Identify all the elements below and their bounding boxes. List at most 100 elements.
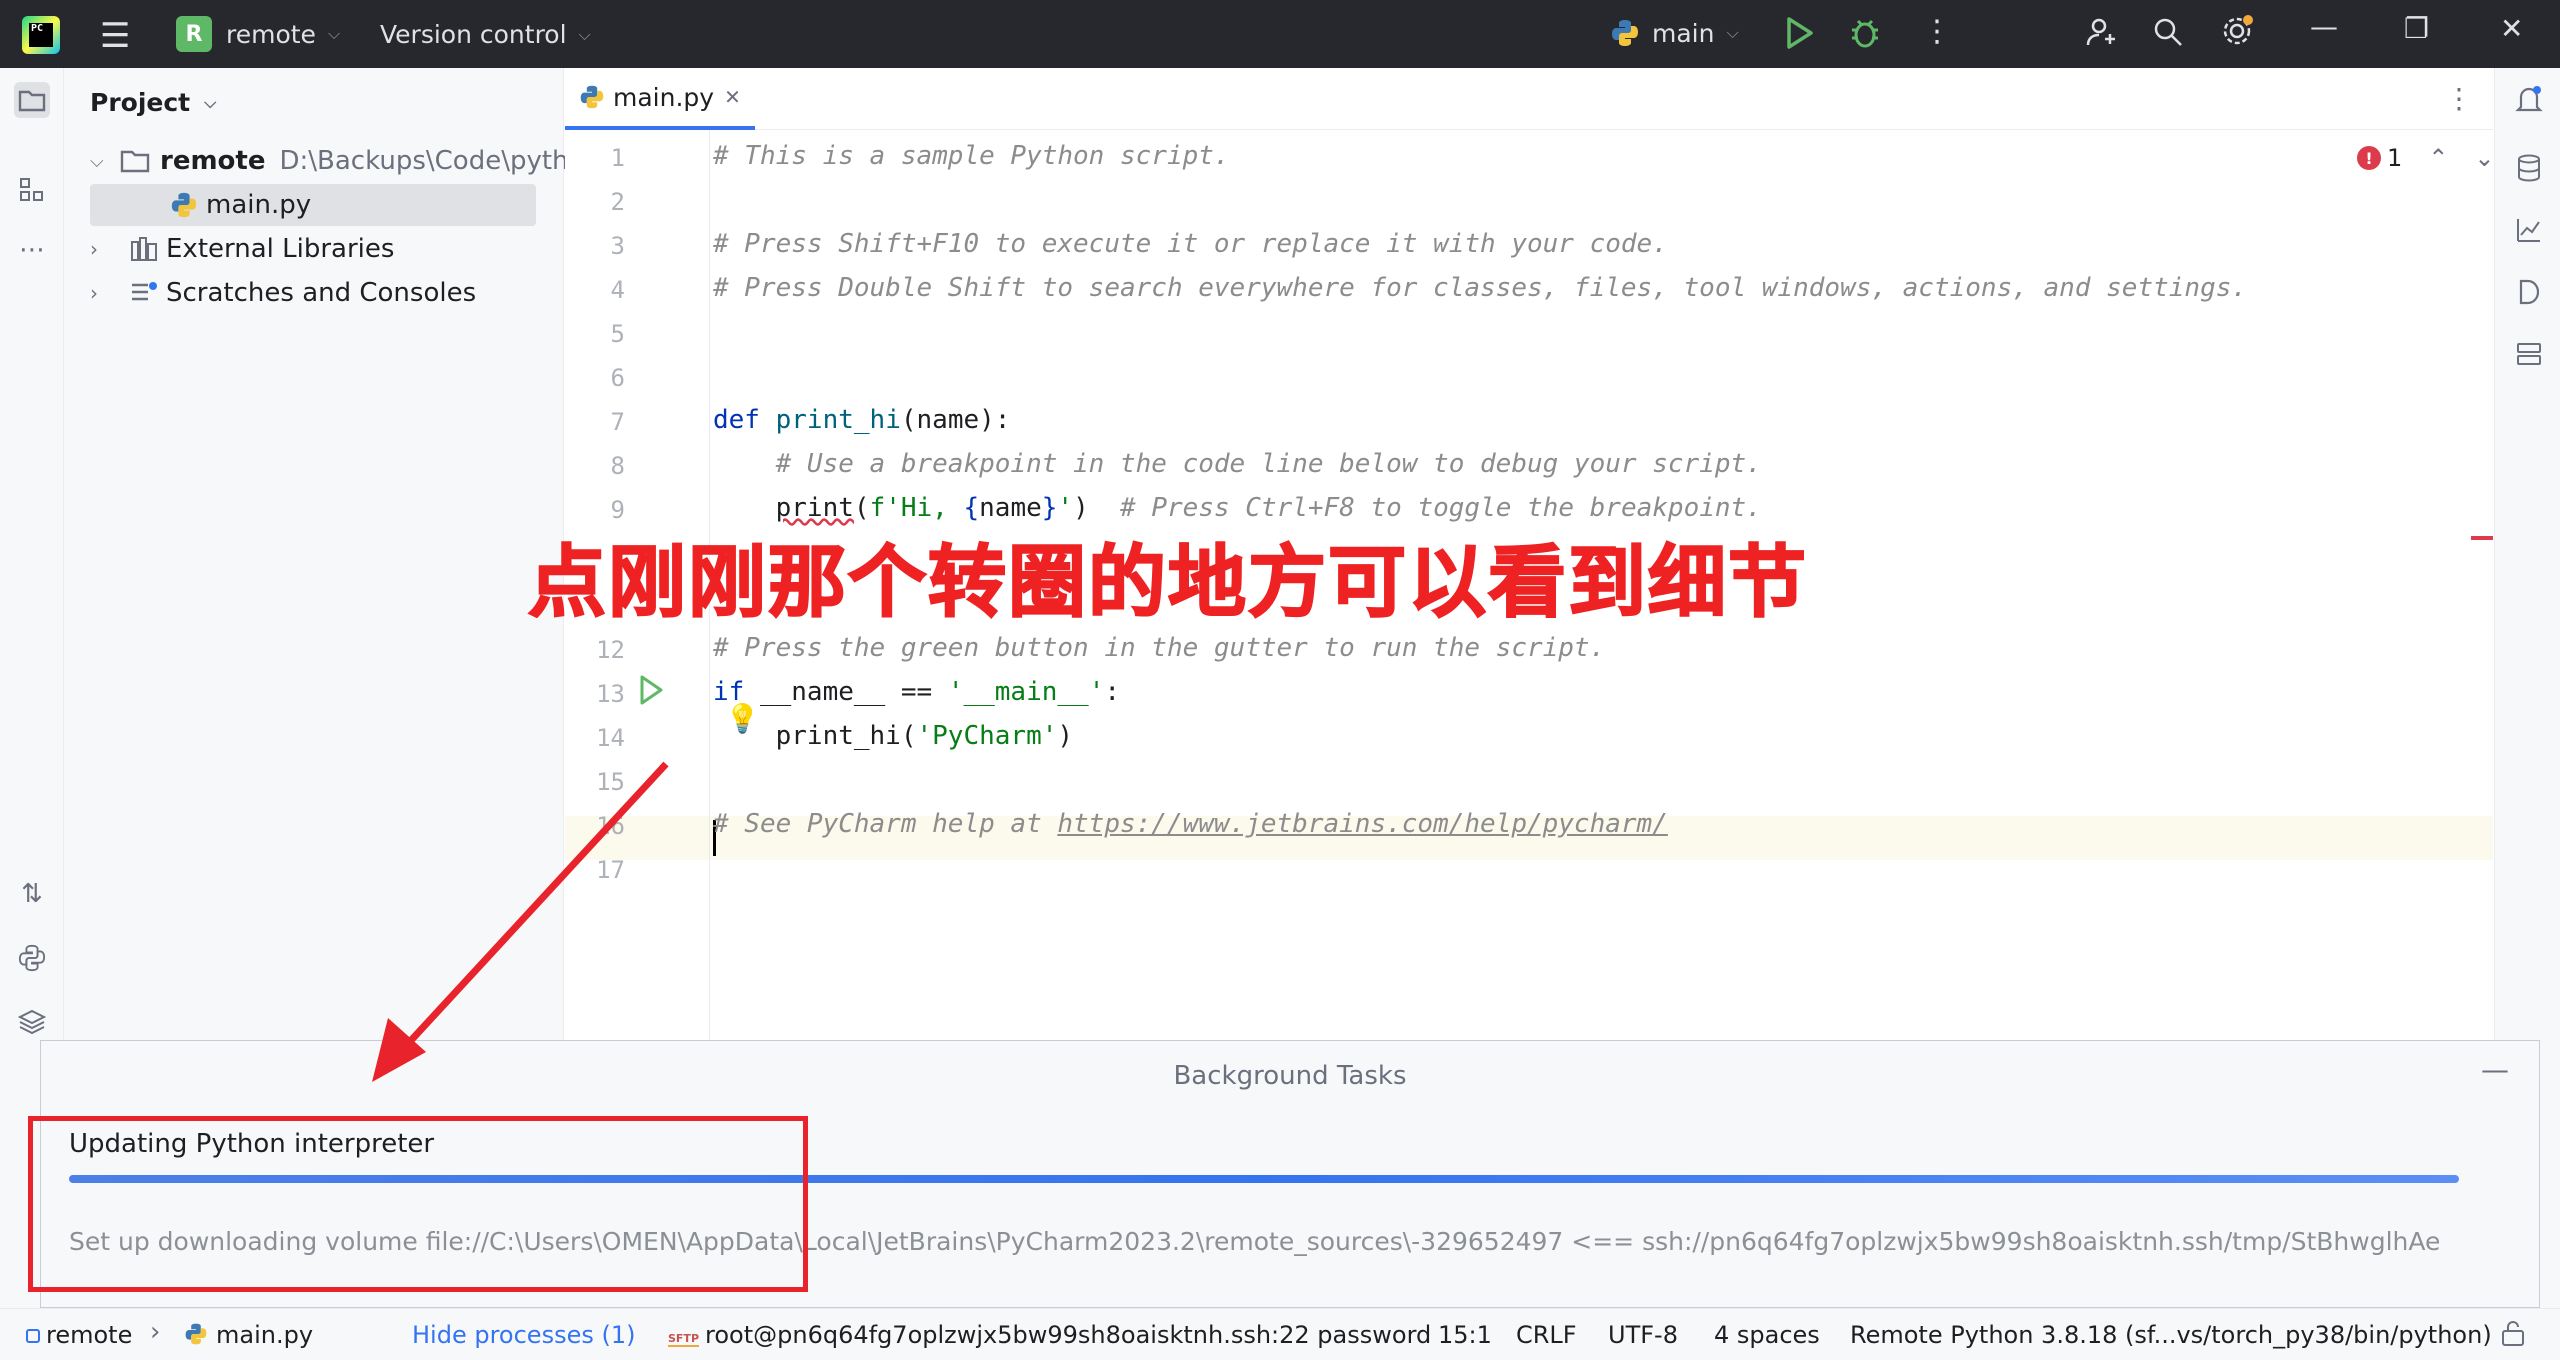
notifications-bell-icon[interactable] [2511,82,2547,118]
chevron-down-icon: ⌵ [90,150,104,172]
breadcrumb-project[interactable]: remote [26,1321,132,1349]
project-panel-header[interactable]: Project ⌵ [90,88,216,117]
run-config-selector[interactable]: main ⌵ [1610,18,1739,48]
minimize-window-button[interactable]: — [2310,10,2338,43]
database-icon[interactable] [2511,150,2547,186]
code-line[interactable]: # Press Double Shift to search everywher… [713,266,2247,310]
gutter-run-icon[interactable] [637,674,665,710]
chevron-down-icon: ⌵ [327,24,341,43]
run-button[interactable] [1784,16,1814,50]
project-name: remote [226,19,316,49]
line-number: 4 [610,276,625,304]
project-switcher[interactable]: R remote ⌵ [176,16,340,52]
tab-label: main.py [613,82,715,112]
tree-scratches-label: Scratches and Consoles [166,278,477,308]
tab-main-py[interactable]: main.py ✕ [565,68,755,130]
close-tab-icon[interactable]: ✕ [724,85,741,109]
tab-options-icon[interactable]: ⋮ [2445,82,2473,115]
project-badge: R [176,16,212,52]
run-config-name: main [1652,18,1715,48]
remote-hosts-icon[interactable] [2511,336,2547,372]
title-bar: PC ☰ R remote ⌵ Version control ⌵ main ⌵… [0,0,2560,68]
module-icon [26,1329,40,1343]
code-line-help[interactable]: # See PyCharm help at https://www.jetbra… [713,802,1668,846]
library-icon [131,237,157,261]
ide-window: PC ☰ R remote ⌵ Version control ⌵ main ⌵… [0,0,2560,1360]
line-number: 13 [596,680,625,708]
close-glyph: ✕ [2500,12,2524,45]
commit-icon[interactable]: ⇅ [14,876,50,912]
tree-item-main-py[interactable]: main.py [90,184,536,226]
project-panel-title: Project [90,88,191,117]
tree-item-scratches[interactable]: › Scratches and Consoles [90,272,476,314]
structure-icon[interactable] [14,172,50,208]
layers-icon[interactable] [14,1004,50,1040]
error-icon: ! [2357,146,2381,170]
minimize-popup-button[interactable]: — [2481,1053,2509,1086]
line-number: 2 [610,188,625,216]
code-line-if-main[interactable]: if __name__ == '__main__': [713,670,1120,714]
python-packages-icon[interactable] [14,940,50,976]
hide-processes-link[interactable]: Hide processes (1) [412,1321,635,1349]
code-line[interactable]: # Press the green button in the gutter t… [713,626,1605,670]
annotation-caption: 点刚刚那个转圈的地方可以看到细节 [527,537,1809,629]
chevron-down-icon: ⌵ [204,92,217,112]
sftp-connection[interactable]: SFTP root@pn6q64fg7oplzwjx5bw99sh8oaisktn… [668,1321,1431,1349]
status-bar: remote › main.py Hide processes (1) SFTP… [0,1308,2560,1360]
code-line-def[interactable]: def print_hi(name): [713,398,1010,442]
minimize-glyph: — [2310,10,2338,43]
breadcrumb-project-label: remote [46,1321,133,1349]
indent-setting[interactable]: 4 spaces [1714,1321,1820,1349]
code-line[interactable]: # Press Shift+F10 to execute it or repla… [713,222,1668,266]
line-number: 5 [610,320,625,348]
line-number: 6 [610,364,625,392]
close-window-button[interactable]: ✕ [2500,12,2523,45]
pycharm-logo-icon[interactable]: PC [22,16,60,54]
vcs-label: Version control [380,20,567,49]
background-tasks-title: Background Tasks [1173,1061,1407,1091]
line-separator[interactable]: CRLF [1516,1321,1577,1349]
annotation-highlight-box [28,1116,808,1292]
run-icon [1787,17,1813,49]
line-number: 17 [596,856,625,884]
tree-item-external-libraries[interactable]: › External Libraries [90,228,394,270]
help-link[interactable]: https://www.jetbrains.com/help/pycharm/ [1057,809,1667,839]
line-number: 7 [610,408,625,436]
chevron-down-icon: ⌵ [578,24,591,44]
restore-window-button[interactable]: ❐ [2404,12,2429,45]
python-file-icon [185,1323,207,1345]
project-folder-icon[interactable] [14,82,50,118]
sciview-icon[interactable] [2511,212,2547,248]
lock-icon[interactable] [2500,1319,2526,1353]
more-tool-windows-icon[interactable]: ⋯ [14,232,50,268]
inspection-widget[interactable]: ! 1 ⌃ ⌄ [2357,144,2495,172]
tree-root-remote[interactable]: ⌵ remote D:\Backups\Code\pytho [90,140,584,182]
interpreter-selector[interactable]: Remote Python 3.8.18 (sf...vs/torch_py38… [1850,1321,2492,1349]
previous-highlight-icon[interactable]: ⌃ [2428,144,2448,172]
breadcrumb-file[interactable]: main.py [184,1321,313,1349]
main-menu-icon[interactable]: ☰ [100,16,130,56]
search-icon[interactable] [2152,16,2184,48]
debug-button[interactable] [1848,16,1882,50]
next-highlight-icon[interactable]: ⌄ [2474,144,2494,172]
python-icon [1612,20,1638,46]
code-line[interactable]: # Use a breakpoint in the code line belo… [713,442,1762,486]
folder-icon [120,150,150,173]
bug-icon [1852,19,1878,48]
chevron-right-icon: › [90,281,98,305]
file-encoding[interactable]: UTF-8 [1608,1321,1678,1349]
code-line[interactable]: # This is a sample Python script. [713,134,1230,178]
more-actions-icon[interactable]: ⋮ [1922,14,1952,49]
error-stripe-mark[interactable] [2471,536,2493,540]
python-file-icon [580,85,604,109]
vcs-menu[interactable]: Version control ⌵ [380,20,591,49]
add-user-icon[interactable] [2086,16,2118,48]
caret-position[interactable]: 15:1 [1438,1321,1492,1349]
python-console-d-icon[interactable] [2511,274,2547,310]
sftp-icon: SFTP [668,1332,700,1347]
chevron-down-icon: ⌵ [1726,23,1739,42]
settings-gear-icon[interactable] [2220,14,2254,48]
code-line-call[interactable]: print_hi('PyCharm') [713,714,1073,758]
breadcrumb-file-label: main.py [216,1321,314,1349]
tree-external-libraries-label: External Libraries [166,234,395,264]
